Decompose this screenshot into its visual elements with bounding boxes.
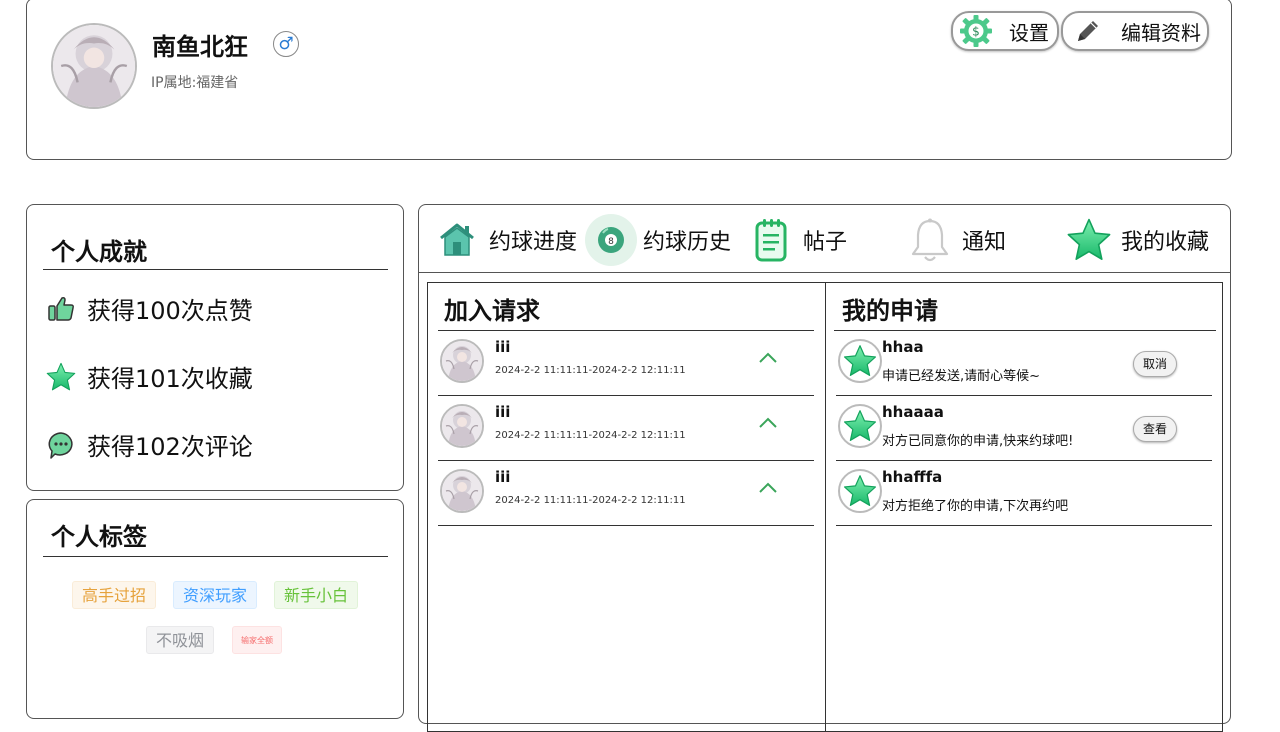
- tag-expert: 高手过招: [72, 581, 157, 609]
- billiard-ball-icon: 8: [585, 214, 637, 266]
- applicant-name: hhaaaa: [882, 403, 944, 421]
- main-panel: 约球进度 8 约球历史 帖子 通知 我的收藏 加入请求 iii 2024-2-2…: [418, 204, 1231, 732]
- avatar[interactable]: [838, 404, 882, 448]
- tags-title: 个人标签: [51, 523, 147, 551]
- avatar[interactable]: [838, 469, 882, 513]
- achievement-likes: 获得100次点赞: [45, 291, 253, 326]
- tab-label: 约球历史: [643, 230, 732, 255]
- join-requests-title: 加入请求: [444, 297, 540, 325]
- achievement-text: 获得102次评论: [87, 433, 253, 461]
- application-status: 申请已经发送,请耐心等候~: [882, 369, 1041, 384]
- avatar[interactable]: [440, 339, 484, 383]
- edit-profile-button[interactable]: 编辑资料: [1061, 11, 1209, 51]
- tag-loser-pays: 输家全额: [232, 626, 282, 654]
- divider: [43, 556, 388, 557]
- achievements-title: 个人成就: [51, 238, 147, 266]
- requester-name: iii: [495, 338, 511, 356]
- tag-veteran: 资深玩家: [173, 581, 258, 609]
- list-item[interactable]: iii 2024-2-2 11:11:11-2024-2-2 12:11:11: [438, 396, 814, 461]
- settings-label: 设置: [1009, 20, 1049, 45]
- tab-label: 通知: [962, 230, 1007, 255]
- comment-icon: [45, 429, 77, 461]
- star-icon: [45, 361, 77, 393]
- avatar[interactable]: [440, 404, 484, 448]
- pencil-icon: [1069, 13, 1107, 49]
- avatar[interactable]: [440, 469, 484, 513]
- tab-label: 约球进度: [489, 230, 578, 255]
- applicant-name: hhafffa: [882, 468, 943, 486]
- request-time: 2024-2-2 11:11:11-2024-2-2 12:11:11: [495, 365, 686, 376]
- application-status: 对方拒绝了你的申请,下次再约吧: [882, 499, 1069, 514]
- settings-button[interactable]: $ 设置: [951, 11, 1059, 51]
- tab-posts[interactable]: 帖子: [745, 213, 847, 267]
- achievements-card: 个人成就 获得100次点赞 获得101次收藏 获得102次评论: [26, 204, 404, 491]
- list-item[interactable]: hhafffa 对方拒绝了你的申请,下次再约吧: [836, 461, 1212, 526]
- house-icon: [431, 214, 483, 266]
- cancel-button[interactable]: 取消: [1133, 351, 1177, 377]
- requester-name: iii: [495, 468, 511, 486]
- thumbs-up-icon: [45, 293, 77, 325]
- divider: [43, 269, 388, 270]
- achievement-text: 获得101次收藏: [87, 365, 253, 393]
- achievement-text: 获得100次点赞: [87, 297, 253, 325]
- male-gender-icon: ♂: [273, 31, 299, 57]
- avatar[interactable]: [838, 339, 882, 383]
- view-button[interactable]: 查看: [1133, 416, 1177, 442]
- achievement-favorites: 获得101次收藏: [45, 359, 253, 394]
- svg-text:$: $: [972, 25, 980, 39]
- my-applications-panel: 我的申请 hhaa 申请已经发送,请耐心等候~ 取消 hhaaaa 对方已同意你…: [825, 282, 1223, 732]
- achievement-comments: 获得102次评论: [45, 427, 253, 462]
- request-time: 2024-2-2 11:11:11-2024-2-2 12:11:11: [495, 495, 686, 506]
- tab-favorites[interactable]: 我的收藏: [1063, 213, 1209, 267]
- username: 南鱼北狂: [152, 33, 248, 61]
- application-status: 对方已同意你的申请,快来约球吧!: [882, 434, 1074, 449]
- tab-label: 我的收藏: [1121, 230, 1210, 255]
- list-item[interactable]: iii 2024-2-2 11:11:11-2024-2-2 12:11:11: [438, 461, 814, 526]
- chevron-up-icon[interactable]: [758, 351, 778, 365]
- bell-icon: [904, 214, 956, 266]
- chevron-up-icon[interactable]: [758, 481, 778, 495]
- tags-card: 个人标签 高手过招 资深玩家 新手小白 不吸烟 输家全额: [26, 499, 404, 719]
- my-applications-title: 我的申请: [842, 297, 938, 325]
- requester-name: iii: [495, 403, 511, 421]
- gear-icon: $: [957, 13, 995, 49]
- tab-progress[interactable]: 约球进度: [431, 213, 577, 267]
- edit-profile-label: 编辑资料: [1121, 20, 1201, 45]
- tab-bar: 约球进度 8 约球历史 帖子 通知 我的收藏: [419, 205, 1230, 273]
- list-item[interactable]: hhaaaa 对方已同意你的申请,快来约球吧! 查看: [836, 396, 1212, 461]
- tab-notifications[interactable]: 通知: [904, 213, 1006, 267]
- profile-card: 南鱼北狂 ♂ IP属地:福建省 $ 设置 编辑资料: [26, 0, 1232, 160]
- clipboard-icon: [745, 214, 797, 266]
- avatar[interactable]: [51, 23, 137, 109]
- applicant-name: hhaa: [882, 338, 924, 356]
- list-item[interactable]: hhaa 申请已经发送,请耐心等候~ 取消: [836, 331, 1212, 396]
- ip-location: IP属地:福建省: [151, 75, 239, 91]
- list-item[interactable]: iii 2024-2-2 11:11:11-2024-2-2 12:11:11: [438, 331, 814, 396]
- tag-newbie: 新手小白: [274, 581, 359, 609]
- svg-text:8: 8: [608, 237, 614, 247]
- chevron-up-icon[interactable]: [758, 416, 778, 430]
- tab-history[interactable]: 8 约球历史: [585, 213, 731, 267]
- join-requests-panel: 加入请求 iii 2024-2-2 11:11:11-2024-2-2 12:1…: [427, 282, 826, 732]
- star-icon: [1063, 214, 1115, 266]
- tab-label: 帖子: [803, 230, 848, 255]
- tag-no-smoking: 不吸烟: [146, 626, 215, 654]
- request-time: 2024-2-2 11:11:11-2024-2-2 12:11:11: [495, 430, 686, 441]
